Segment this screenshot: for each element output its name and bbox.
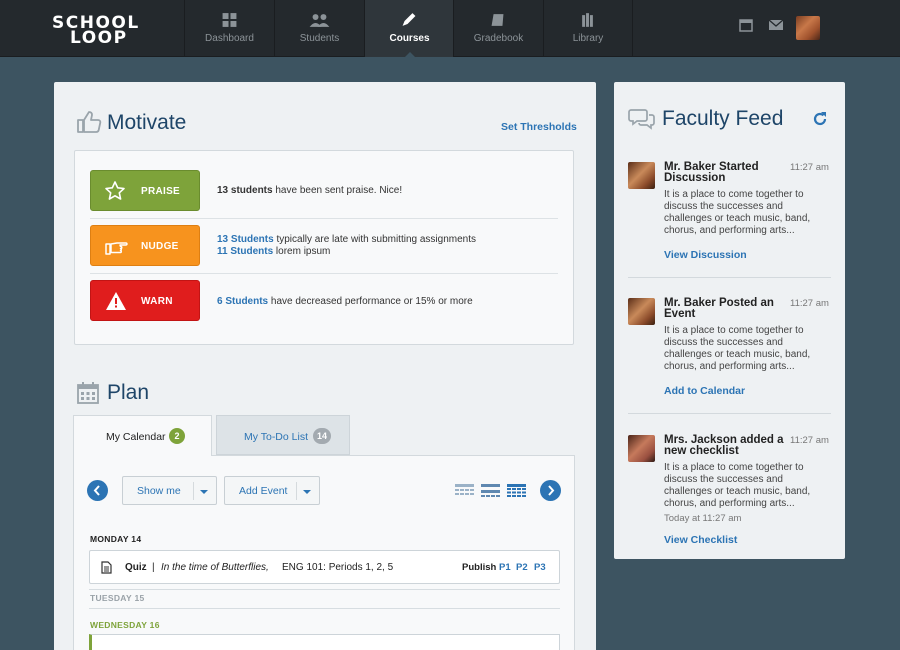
avatar[interactable] [628,435,655,462]
star-icon [105,181,125,200]
add-event-dropdown[interactable]: Add Event [224,476,320,505]
users-icon [309,14,330,27]
warn-text: 6 Students have decreased performance or… [217,296,473,307]
nudge-button[interactable]: NUDGE [90,225,200,266]
divider [89,608,560,609]
chevron-down-icon [303,490,311,494]
thumbs-up-icon [77,111,102,133]
show-me-dropdown[interactable]: Show me [122,476,217,505]
nudge-text: 13 Students typically are late with subm… [217,234,476,257]
pointing-hand-icon [105,242,128,255]
set-thresholds-link[interactable]: Set Thresholds [501,121,577,133]
divider [628,277,831,278]
avatar[interactable] [628,162,655,189]
grid-icon [222,13,237,27]
faculty-feed-panel: Faculty Feed Mr. Baker Started Discussio… [614,82,845,559]
day-label: WEDNESDAY 16 [90,620,160,630]
pencil-icon [402,13,416,26]
nav-tab-gradebook[interactable]: Gradebook [453,0,543,57]
calendar-count-badge: 2 [169,428,185,444]
add-to-calendar-link[interactable]: Add to Calendar [664,385,745,397]
nav-tab-dashboard[interactable]: Dashboard [184,0,274,57]
day-label: MONDAY 14 [90,534,142,544]
chevron-right-icon [548,485,555,496]
day-label: TUESDAY 15 [90,593,145,603]
refresh-icon[interactable] [812,111,828,127]
period-link-p3[interactable]: P3 [534,562,546,573]
motivate-title: Motivate [107,111,187,134]
warning-icon [106,292,126,310]
divider [90,273,558,274]
praise-text: 13 students have been sent praise. Nice! [217,185,403,196]
calendar-icon[interactable] [739,18,753,32]
calendar-body: Show me Add Event MONDAY 14 Quiz | In th… [73,456,575,650]
plan-title: Plan [107,381,150,404]
schoolloop-logo[interactable]: SCHOOL LOOP [52,13,138,48]
top-navigation: SCHOOL LOOP Dashboard Students Courses G… [0,0,900,58]
divider [628,413,831,414]
active-tab-caret [404,52,416,58]
view-checklist-link[interactable]: View Checklist [664,534,737,546]
document-icon [101,561,112,574]
tab-my-todo-list[interactable]: My To-Do List 14 [216,415,350,455]
warn-button[interactable]: WARN [90,280,200,321]
feed-timestamp: Today at 11:27 am [664,513,742,524]
divider [90,218,558,219]
divider [89,589,560,590]
nav-tab-courses[interactable]: Courses [364,0,454,58]
avatar[interactable] [628,298,655,325]
calendar-event[interactable]: Quiz | In the time of Butterflies, ENG 1… [89,550,560,584]
mail-icon[interactable] [768,18,784,32]
faculty-feed-title: Faculty Feed [662,107,784,130]
chat-bubbles-icon [628,109,655,130]
motivate-box: PRAISE 13 students have been sent praise… [74,150,574,345]
library-icon [582,13,593,27]
calendar-event[interactable] [89,634,560,650]
praise-button[interactable]: PRAISE [90,170,200,211]
nav-tab-library[interactable]: Library [543,0,633,57]
prev-button[interactable] [87,480,108,501]
chevron-down-icon [200,490,208,494]
period-link-p2[interactable]: P2 [516,562,528,573]
main-panel: Motivate Set Thresholds PRAISE 13 studen… [54,82,596,650]
chevron-left-icon [93,485,100,496]
period-link-p1[interactable]: P1 [499,562,511,573]
next-button[interactable] [540,480,561,501]
book-icon [491,14,504,26]
calendar-icon [77,382,99,404]
nav-tab-students[interactable]: Students [274,0,364,57]
avatar[interactable] [796,16,820,40]
todo-count-badge: 14 [313,428,332,444]
view-discussion-link[interactable]: View Discussion [664,249,747,261]
month-view-icon[interactable] [507,484,526,498]
week-view-icon[interactable] [481,484,500,498]
tab-my-calendar[interactable]: My Calendar 2 [73,415,212,457]
day-view-icon[interactable] [455,484,474,498]
